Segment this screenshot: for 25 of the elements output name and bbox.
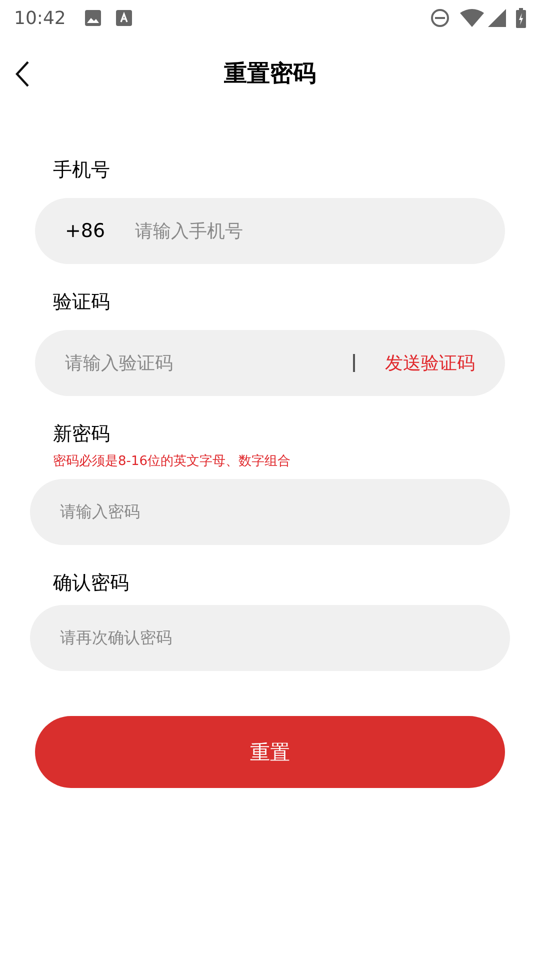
hint-text: 密码必须是8-16位的英文字母、数字组合 — [53, 453, 292, 471]
image-icon — [84, 9, 102, 27]
text-input[interactable]: 请再次确认密码 — [60, 626, 510, 650]
battery-icon — [516, 8, 526, 28]
country-code[interactable]: +86 — [65, 216, 106, 246]
field-label: 手机号 — [53, 158, 111, 183]
wifi-icon — [460, 9, 484, 27]
font-icon — [116, 10, 132, 26]
back-icon — [15, 61, 29, 87]
field-label: 确认密码 — [53, 571, 130, 596]
input-field[interactable]: 请再次确认密码 — [30, 605, 510, 671]
field-label: 新密码 — [53, 422, 111, 447]
input-field[interactable]: 请输入验证码 发送验证码 — [35, 330, 505, 396]
do-not-disturb-icon — [430, 8, 450, 28]
field-label: 验证码 — [53, 290, 111, 315]
input-field[interactable]: 请输入密码 — [30, 479, 510, 545]
reset-button[interactable]: 重置 — [35, 716, 505, 788]
input-field[interactable]: +86 请输入手机号 — [35, 198, 505, 264]
send-code-link[interactable]: 发送验证码 — [385, 350, 475, 376]
text-input[interactable]: 请输入验证码 — [65, 350, 323, 376]
text-input[interactable]: 请输入手机号 — [135, 218, 475, 244]
signal-icon — [488, 9, 506, 27]
status-time: 10:42 — [14, 6, 66, 30]
text-input[interactable]: 请输入密码 — [60, 500, 510, 524]
page-title: 重置密码 — [224, 60, 316, 89]
